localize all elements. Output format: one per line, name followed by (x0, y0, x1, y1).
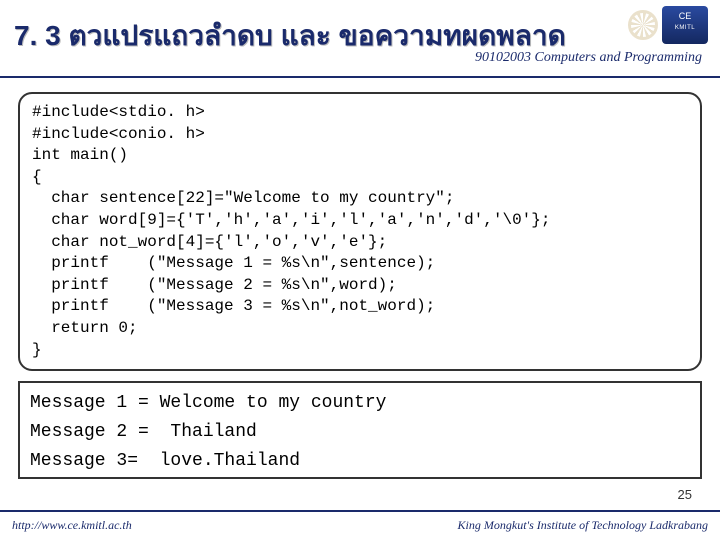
logo-text-sub: KMITL (662, 22, 708, 34)
source-code-box: #include<stdio. h> #include<conio. h> in… (18, 92, 702, 371)
gear-icon (628, 10, 658, 40)
footer-institution: King Mongkut's Institute of Technology L… (458, 518, 708, 533)
program-output-box: Message 1 = Welcome to my country Messag… (18, 381, 702, 479)
footer-url: http://www.ce.kmitl.ac.th (12, 518, 132, 533)
kmitl-logo: CE KMITL (662, 6, 708, 44)
logo-text-top: CE (662, 10, 708, 22)
slide-footer: http://www.ce.kmitl.ac.th King Mongkut's… (0, 510, 720, 540)
course-subtitle: 90102003 Computers and Programming (475, 50, 702, 66)
page-number: 25 (678, 487, 692, 502)
slide-header: 7. 3 ตวแปรแถวลำดบ และ ขอความทผดพลาด CE K… (0, 0, 720, 78)
